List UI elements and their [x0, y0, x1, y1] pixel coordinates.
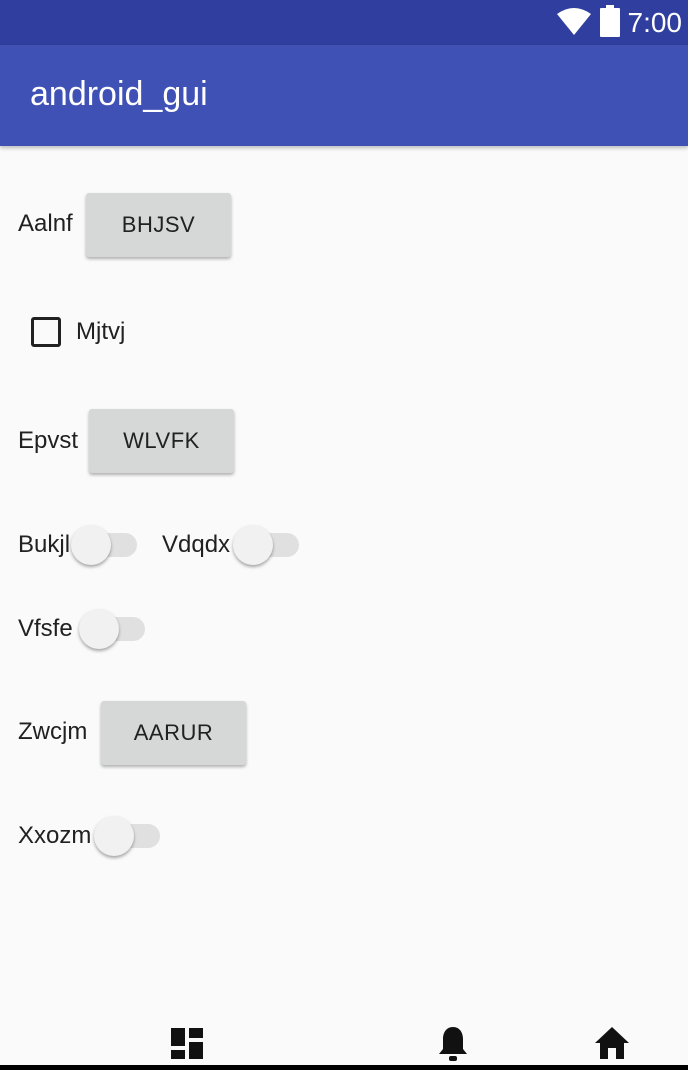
wifi-icon	[556, 6, 592, 41]
mjtvj-checkbox[interactable]	[31, 317, 61, 347]
label-epvst: Epvst	[18, 427, 79, 454]
label-xxozm: Xxozm	[18, 822, 92, 849]
battery-icon	[599, 4, 620, 42]
app-bar: android_gui	[0, 45, 688, 146]
home-icon[interactable]	[593, 1025, 633, 1065]
switch-thumb	[94, 816, 134, 856]
status-time: 7:00	[627, 7, 683, 38]
checkbox-label-mjtvj: Mjtvj	[76, 318, 126, 345]
status-bar: 7:00	[0, 0, 688, 45]
label-bukjl: Bukjl	[18, 531, 71, 558]
bhjsv-button[interactable]: BHJSV	[86, 193, 231, 257]
xxozm-switch[interactable]	[94, 816, 164, 856]
wlvfk-button[interactable]: WLVFK	[89, 409, 234, 473]
vfsfe-switch[interactable]	[79, 609, 149, 649]
aarur-button[interactable]: AARUR	[101, 701, 246, 765]
label-vdqdx: Vdqdx	[162, 531, 231, 558]
app-title: android_gui	[30, 75, 208, 113]
bukjl-switch[interactable]	[71, 525, 141, 565]
switch-thumb	[71, 525, 111, 565]
switch-thumb	[233, 525, 273, 565]
notifications-icon[interactable]	[435, 1025, 475, 1065]
label-zwcjm: Zwcjm	[18, 718, 88, 745]
bottom-nav-bar	[0, 1065, 688, 1070]
switch-thumb	[79, 609, 119, 649]
status-icons: 7:00	[556, 4, 683, 42]
label-aalnf: Aalnf	[18, 210, 73, 237]
vdqdx-switch[interactable]	[233, 525, 303, 565]
dashboard-icon[interactable]	[169, 1025, 209, 1065]
label-vfsfe: Vfsfe	[18, 615, 73, 642]
